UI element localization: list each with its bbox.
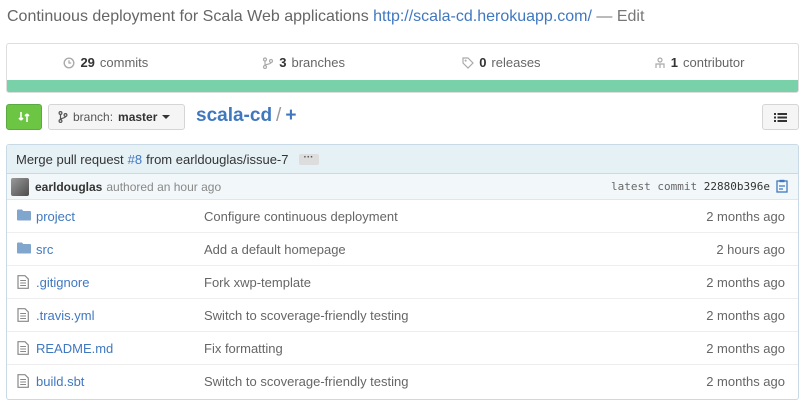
commits-count: 29: [80, 55, 95, 70]
folder-icon: [17, 209, 31, 224]
releases-link[interactable]: 0 releases: [403, 44, 601, 81]
file-icon: [17, 374, 29, 391]
organization-icon: [655, 56, 665, 68]
branches-link[interactable]: 3 branches: [205, 44, 403, 81]
branches-count: 3: [279, 55, 287, 70]
file-row: project Configure continuous deployment 2 …: [7, 200, 798, 233]
contributors-link[interactable]: 1 contributor: [600, 44, 798, 81]
latest-commit-title: Merge pull request #8 from earldouglas/i…: [7, 145, 798, 174]
commit-author-link[interactable]: earldouglas: [35, 180, 102, 194]
commit-message-prefix[interactable]: Merge pull request: [16, 152, 124, 167]
list-icon: [774, 112, 787, 122]
latest-commit-label: latest commit: [611, 180, 698, 193]
releases-count: 0: [479, 55, 487, 70]
numbers-summary: 29 commits 3 branches 0 releases 1 contr…: [6, 43, 799, 93]
file-commit-message[interactable]: Add a default homepage: [204, 242, 346, 257]
file-name-link[interactable]: .travis.yml: [36, 308, 95, 323]
file-commit-message[interactable]: Fix formatting: [204, 341, 283, 356]
file-age: 2 hours ago: [716, 241, 785, 257]
repo-description: Continuous deployment for Scala Web appl…: [7, 8, 644, 26]
breadcrumb-separator: /: [276, 105, 282, 126]
language-bar[interactable]: [7, 80, 798, 92]
file-icon: [17, 275, 29, 292]
branch-icon: [263, 56, 274, 69]
branches-label: branches: [291, 55, 345, 70]
file-row: src Add a default homepage 2 hours ago: [7, 233, 798, 266]
latest-commit-sha: latest commit 22880b396e: [611, 180, 770, 193]
file-commit-message[interactable]: Fork xwp-template: [204, 275, 311, 290]
history-icon: [63, 56, 75, 69]
file-navigation: branch: master scala-cd / +: [6, 104, 799, 130]
expand-commit-button[interactable]: ···: [298, 152, 319, 165]
file-row: README.md Fix formatting 2 months ago: [7, 332, 798, 365]
file-name-link[interactable]: project: [36, 209, 75, 224]
file-row: .travis.yml Switch to scoverage-friendly …: [7, 299, 798, 332]
file-name-link[interactable]: .gitignore: [36, 275, 89, 290]
homepage-link[interactable]: http://scala-cd.herokuapp.com/: [373, 8, 592, 25]
file-age: 2 months ago: [706, 208, 785, 224]
file-commit-message[interactable]: Configure continuous deployment: [204, 209, 398, 224]
breadcrumb: scala-cd / +: [196, 105, 296, 127]
branch-icon: [58, 111, 68, 123]
branch-prefix: branch:: [73, 110, 114, 124]
caret-down-icon: [162, 115, 171, 119]
file-commit-message[interactable]: Switch to scoverage-friendly testing: [204, 374, 408, 389]
add-file-button[interactable]: +: [285, 105, 296, 126]
compare-icon: [18, 112, 30, 122]
folder-icon: [17, 242, 31, 257]
compare-button[interactable]: [6, 104, 42, 130]
file-table: Merge pull request #8 from earldouglas/i…: [6, 144, 799, 400]
commits-link[interactable]: 29 commits: [7, 44, 205, 81]
pull-request-link[interactable]: #8: [128, 152, 142, 167]
contributors-count: 1: [670, 55, 679, 70]
file-name-link[interactable]: src: [36, 242, 53, 257]
file-age: 2 months ago: [706, 340, 785, 356]
branch-name: master: [118, 110, 158, 124]
file-row: .gitignore Fork xwp-template 2 months ago: [7, 266, 798, 299]
commit-sha-link[interactable]: 22880b396e: [704, 180, 770, 193]
file-icon: [17, 308, 29, 325]
file-commit-message[interactable]: Switch to scoverage-friendly testing: [204, 308, 408, 323]
branch-select-button[interactable]: branch: master: [48, 104, 185, 130]
file-age: 2 months ago: [706, 374, 785, 389]
commit-time: authored an hour ago: [106, 179, 222, 194]
latest-commit-meta: earldouglas authored an hour ago latest …: [7, 174, 798, 200]
releases-label: releases: [491, 55, 541, 70]
clipboard-icon[interactable]: [776, 179, 788, 193]
list-view-button[interactable]: [762, 104, 799, 130]
file-age: 2 months ago: [706, 307, 785, 323]
description-text: Continuous deployment for Scala Web appl…: [7, 8, 369, 25]
contributors-label: contributor: [683, 55, 745, 70]
commits-label: commits: [99, 55, 149, 70]
file-name-link[interactable]: README.md: [36, 341, 113, 356]
file-list: project Configure continuous deployment 2 …: [7, 200, 798, 398]
avatar[interactable]: [11, 177, 29, 196]
file-name-link[interactable]: build.sbt: [36, 374, 84, 389]
tag-icon: [462, 56, 475, 69]
edit-description-link[interactable]: — Edit: [596, 8, 644, 25]
commit-message-suffix[interactable]: from earldouglas/issue-7: [146, 152, 288, 167]
file-age: 2 months ago: [706, 274, 785, 290]
file-row: build.sbt Switch to scoverage-friendly te…: [7, 365, 798, 398]
repo-name-link[interactable]: scala-cd: [196, 105, 272, 126]
file-icon: [17, 341, 29, 358]
